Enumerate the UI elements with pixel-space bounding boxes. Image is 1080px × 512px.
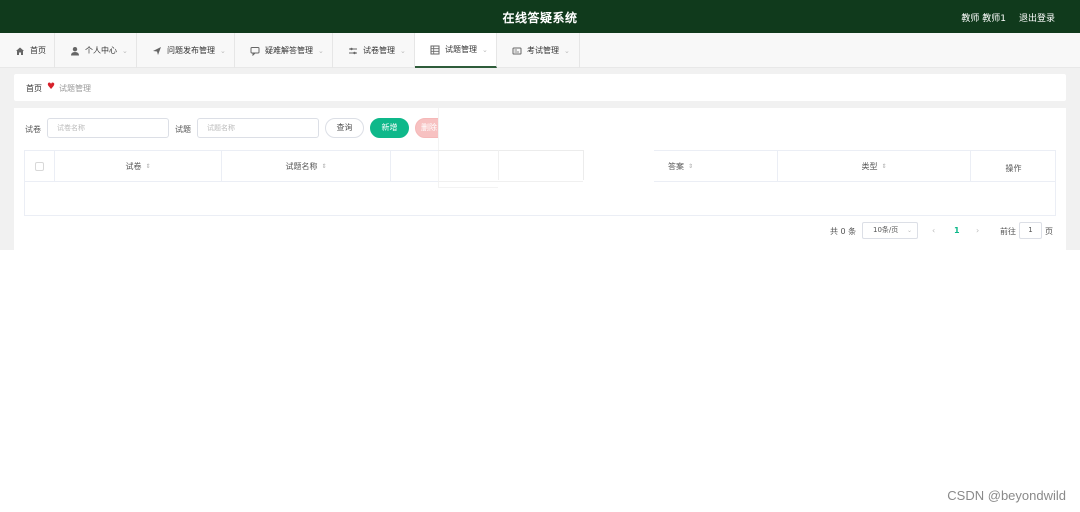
query-button[interactable]: 查询	[325, 118, 364, 138]
chevron-down-icon: ⌄	[564, 46, 570, 55]
page-unit-label: 页	[1045, 227, 1053, 236]
page-size-select[interactable]: 10条/页 ⌄	[862, 222, 918, 239]
nav-item-profile[interactable]: 个人中心 ⌄	[55, 33, 137, 68]
send-icon	[151, 45, 162, 56]
nav-item-question-publish[interactable]: 问题发布管理 ⌄	[137, 33, 235, 68]
sort-icon[interactable]: ⇕	[881, 163, 886, 170]
goto-page-input[interactable]: 1	[1019, 222, 1042, 239]
breadcrumb-home[interactable]: 首页	[26, 83, 42, 94]
nav-item-papers[interactable]: 试卷管理 ⌄	[333, 33, 415, 68]
paper-label: 试卷	[25, 125, 41, 134]
next-page-button[interactable]: ›	[976, 226, 979, 235]
page-number[interactable]: 1	[954, 226, 960, 235]
select-all-checkbox[interactable]	[35, 162, 44, 171]
render-overlay	[438, 108, 654, 188]
sort-icon[interactable]: ⇕	[688, 163, 693, 170]
nav-label: 疑难解答管理	[265, 46, 313, 55]
question-label: 试题	[175, 125, 191, 134]
current-user: 教师 教师1	[961, 14, 1006, 24]
chevron-down-icon: ⌄	[400, 46, 406, 55]
goto-label: 前往	[1000, 227, 1016, 236]
paper-search-input[interactable]: 试卷名称	[47, 118, 169, 138]
sliders-icon	[347, 45, 358, 56]
chevron-down-icon: ⌄	[482, 45, 488, 54]
logout-link[interactable]: 退出登录	[1019, 11, 1055, 24]
app-title: 在线答疑系统	[502, 11, 578, 25]
prev-page-button[interactable]: ‹	[932, 226, 935, 235]
chevron-down-icon: ⌄	[318, 46, 324, 55]
nav-item-home[interactable]: 首页	[0, 33, 55, 68]
watermark: CSDN @beyondwild	[947, 488, 1066, 503]
column-header-question[interactable]: 试题名称 ⇕	[222, 151, 391, 182]
nav-label: 试卷管理	[363, 46, 395, 55]
nav-label: 考试管理	[527, 46, 559, 55]
chevron-down-icon: ⌄	[122, 46, 128, 55]
chevron-down-icon: ⌄	[906, 227, 912, 234]
nav-item-exams[interactable]: 考试管理 ⌄	[497, 33, 580, 68]
nav-label: 首页	[30, 46, 46, 55]
nav-label: 试题管理	[445, 45, 477, 54]
breadcrumb: 首页 ♥ 试题管理	[14, 74, 1066, 101]
chat-icon	[249, 45, 260, 56]
grid-icon	[429, 44, 440, 55]
sort-icon[interactable]: ⇕	[321, 163, 326, 170]
nav-item-answers[interactable]: 疑难解答管理 ⌄	[235, 33, 333, 68]
card-icon	[511, 45, 522, 56]
question-search-input[interactable]: 试题名称	[197, 118, 319, 138]
user-icon	[69, 45, 80, 56]
add-button[interactable]: 新增	[370, 118, 409, 138]
main-nav: 首页 个人中心 ⌄ 问题发布管理 ⌄ 疑难解答管理 ⌄ 试卷管理 ⌄ 试题管理 …	[0, 33, 1080, 68]
nav-label: 个人中心	[85, 46, 117, 55]
breadcrumb-current: 试题管理	[59, 84, 91, 93]
sort-icon[interactable]: ⇕	[145, 163, 150, 170]
home-icon	[14, 45, 25, 56]
chevron-down-icon: ⌄	[220, 46, 226, 55]
heart-icon: ♥	[47, 82, 56, 92]
column-header-type[interactable]: 类型 ⇕	[778, 151, 971, 182]
select-all-checkbox-cell	[25, 151, 55, 182]
nav-item-questions[interactable]: 试题管理 ⌄	[415, 33, 497, 68]
pagination-total: 共 0 条	[830, 227, 857, 236]
nav-label: 问题发布管理	[167, 46, 215, 55]
top-header: 在线答疑系统 教师 教师1 退出登录	[0, 0, 1080, 33]
column-header-actions: 操作	[1005, 164, 1022, 173]
column-header-paper[interactable]: 试卷 ⇕	[55, 151, 222, 182]
